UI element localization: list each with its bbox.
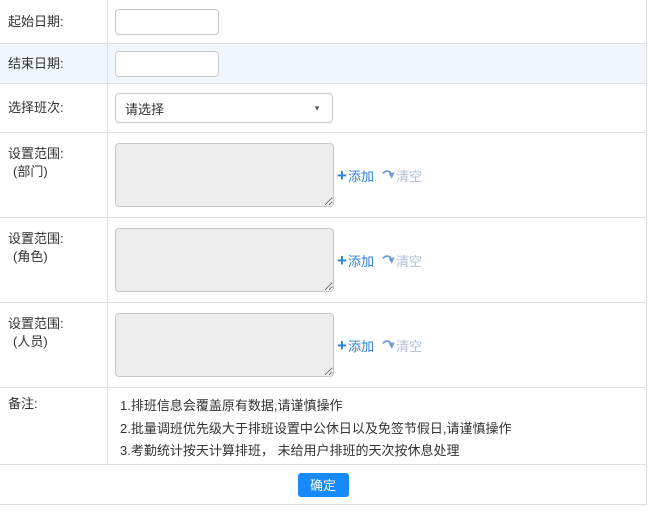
end-date-input[interactable]	[115, 51, 219, 77]
chevron-down-icon: ▼	[313, 104, 321, 112]
remark-notes: 1.排班信息会覆盖原有数据,请谨慎操作 2.批量调班优先级大于排班设置中公休日以…	[108, 388, 646, 464]
plus-icon: +	[337, 337, 347, 354]
scope-dept-label: 设置范围:	[8, 145, 107, 163]
clear-label: 清空	[396, 251, 422, 270]
curved-arrow-icon	[382, 339, 395, 352]
start-date-label-cell: 起始日期:	[0, 0, 108, 43]
shift-label-cell: 选择班次:	[0, 84, 108, 132]
scope-person-label: 设置范围:	[8, 315, 107, 333]
start-date-input[interactable]	[115, 9, 219, 35]
shift-field-cell: 请选择 ▼	[108, 84, 646, 132]
confirm-button[interactable]: 确定	[298, 473, 349, 497]
scope-role-add-link[interactable]: +添加	[337, 251, 374, 270]
curved-arrow-icon	[382, 169, 395, 182]
row-remark: 备注: 1.排班信息会覆盖原有数据,请谨慎操作 2.批量调班优先级大于排班设置中…	[0, 388, 646, 465]
scope-role-textarea[interactable]	[115, 228, 334, 292]
scope-person-actions: +添加 清空	[337, 336, 422, 355]
remark-note-1: 1.排班信息会覆盖原有数据,请谨慎操作	[120, 395, 638, 418]
clear-label: 清空	[396, 336, 422, 355]
scope-person-label-cell: 设置范围: (人员)	[0, 303, 108, 387]
scope-role-actions: +添加 清空	[337, 251, 422, 270]
scope-dept-actions: +添加 清空	[337, 166, 422, 185]
start-date-label: 起始日期:	[8, 13, 107, 31]
scope-person-sublabel: (人员)	[8, 333, 107, 351]
row-scope-dept: 设置范围: (部门) +添加 清空	[0, 133, 646, 218]
add-label: 添加	[348, 336, 374, 355]
scope-person-add-link[interactable]: +添加	[337, 336, 374, 355]
scope-role-clear-link[interactable]: 清空	[382, 251, 422, 270]
scope-dept-textarea[interactable]	[115, 143, 334, 207]
remark-note-3: 3.考勤统计按天计算排班， 未给用户排班的天次按休息处理	[120, 440, 638, 463]
end-date-field-cell	[108, 44, 646, 83]
row-shift-select: 选择班次: 请选择 ▼	[0, 84, 646, 133]
remark-label: 备注:	[8, 395, 107, 413]
scope-role-label: 设置范围:	[8, 230, 107, 248]
scope-dept-field-cell: +添加 清空	[108, 133, 646, 217]
scope-dept-sublabel: (部门)	[8, 163, 107, 181]
scope-dept-clear-link[interactable]: 清空	[382, 166, 422, 185]
row-scope-role: 设置范围: (角色) +添加 清空	[0, 218, 646, 303]
add-label: 添加	[348, 251, 374, 270]
scope-role-sublabel: (角色)	[8, 248, 107, 266]
clear-label: 清空	[396, 166, 422, 185]
remark-label-cell: 备注:	[0, 388, 108, 464]
end-date-label-cell: 结束日期:	[0, 44, 108, 83]
scope-role-field-cell: +添加 清空	[108, 218, 646, 302]
scope-dept-label-cell: 设置范围: (部门)	[0, 133, 108, 217]
remark-note-2: 2.批量调班优先级大于排班设置中公休日以及免签节假日,请谨慎操作	[120, 418, 638, 441]
row-scope-person: 设置范围: (人员) +添加 清空	[0, 303, 646, 388]
plus-icon: +	[337, 167, 347, 184]
batch-schedule-form: 起始日期: 结束日期: 选择班次: 请选择 ▼ 设置范围: (部门)	[0, 0, 647, 505]
shift-select-value: 请选择	[125, 99, 164, 118]
scope-person-field-cell: +添加 清空	[108, 303, 646, 387]
curved-arrow-icon	[382, 254, 395, 267]
row-end-date: 结束日期:	[0, 44, 646, 84]
shift-label: 选择班次:	[8, 99, 107, 117]
start-date-field-cell	[108, 0, 646, 43]
scope-role-label-cell: 设置范围: (角色)	[0, 218, 108, 302]
shift-select[interactable]: 请选择 ▼	[115, 93, 333, 123]
scope-person-clear-link[interactable]: 清空	[382, 336, 422, 355]
footer-row: 确定	[0, 465, 646, 505]
end-date-label: 结束日期:	[8, 55, 107, 73]
add-label: 添加	[348, 166, 374, 185]
row-start-date: 起始日期:	[0, 0, 646, 44]
scope-dept-add-link[interactable]: +添加	[337, 166, 374, 185]
plus-icon: +	[337, 252, 347, 269]
scope-person-textarea[interactable]	[115, 313, 334, 377]
